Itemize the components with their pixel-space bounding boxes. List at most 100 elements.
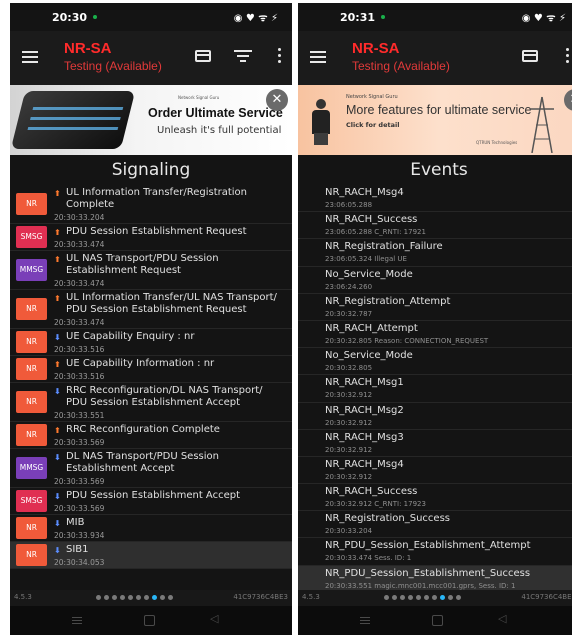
event-row[interactable]: NR_RACH_Msg2 20:30:32.912 bbox=[298, 403, 572, 430]
page-dot[interactable] bbox=[440, 595, 445, 600]
signaling-row[interactable]: NR ⬇ SIB1 20:30:34.053 bbox=[10, 542, 292, 569]
recents-icon[interactable] bbox=[360, 617, 370, 625]
downlink-arrow-icon: ⬇ bbox=[54, 519, 61, 528]
filter-icon[interactable] bbox=[234, 50, 252, 62]
more-options-icon[interactable] bbox=[566, 48, 570, 64]
signaling-row[interactable]: NR ⬆ UL Information Transfer/UL NAS Transp… bbox=[10, 290, 292, 329]
device-id: 41C9736C4BE3 bbox=[521, 593, 572, 601]
page-dot[interactable] bbox=[448, 595, 453, 600]
app-title: NR-SA bbox=[64, 40, 112, 57]
message-timestamp: 20:30:33.474 bbox=[54, 240, 105, 249]
message-title: UE Capability Enquiry : nr bbox=[66, 331, 195, 342]
message-timestamp: 20:30:33.204 bbox=[54, 213, 105, 222]
app-version: 4.5.3 bbox=[302, 593, 320, 601]
protocol-badge: SMSG bbox=[16, 226, 47, 248]
menu-icon[interactable] bbox=[310, 51, 326, 63]
signaling-row[interactable]: NR ⬆ UL Information Transfer/Registration … bbox=[10, 185, 292, 224]
message-timestamp: 20:30:33.569 bbox=[54, 477, 105, 486]
ad-link[interactable]: Click for detail bbox=[346, 121, 399, 129]
home-icon[interactable] bbox=[144, 615, 155, 626]
message-timestamp: 20:30:33.474 bbox=[54, 279, 105, 288]
event-row[interactable]: NR_RACH_Msg4 20:30:32.912 bbox=[298, 457, 572, 485]
event-title: NR_RACH_Success bbox=[325, 214, 418, 226]
event-row[interactable]: NR_RACH_Msg4 23:06:05.288 bbox=[298, 185, 572, 213]
signaling-row[interactable]: MMSG ⬆ UL NAS Transport/PDU Session Establ… bbox=[10, 251, 292, 290]
event-row[interactable]: No_Service_Mode 20:30:32.805 bbox=[298, 348, 572, 376]
clock: 20:30 bbox=[52, 10, 88, 24]
event-row[interactable]: NR_RACH_Msg1 20:30:32.912 bbox=[298, 375, 572, 403]
page-dot[interactable] bbox=[392, 595, 397, 600]
event-row[interactable]: NR_RACH_Attempt 20:30:32.805 Reason: CONN… bbox=[298, 321, 572, 349]
card-view-icon[interactable] bbox=[195, 50, 211, 62]
page-dot[interactable] bbox=[136, 595, 141, 600]
event-row[interactable]: NR_Registration_Failure 23:06:05.324 Ille… bbox=[298, 239, 572, 267]
event-title: NR_Registration_Success bbox=[325, 513, 450, 525]
home-icon[interactable] bbox=[432, 615, 443, 626]
event-details: 20:30:32.805 bbox=[325, 364, 373, 373]
message-title: UE Capability Information : nr bbox=[66, 358, 215, 369]
page-dot[interactable] bbox=[112, 595, 117, 600]
event-row[interactable]: NR_Registration_Attempt 20:30:32.787 bbox=[298, 294, 572, 321]
event-row[interactable]: NR_Registration_Success 20:30:33.204 bbox=[298, 511, 572, 539]
cell-tower-icon bbox=[530, 96, 554, 153]
message-timestamp: 20:30:33.934 bbox=[54, 531, 105, 540]
page-dot[interactable] bbox=[120, 595, 125, 600]
signaling-row[interactable]: NR ⬆ RRC Reconfiguration Complete 20:30:33.… bbox=[10, 422, 292, 449]
page-dot[interactable] bbox=[424, 595, 429, 600]
ad-tagline: Unleash it's full potential bbox=[157, 125, 282, 136]
event-row[interactable]: No_Service_Mode 23:06:24.260 bbox=[298, 267, 572, 294]
signaling-row[interactable]: MMSG ⬇ DL NAS Transport/PDU Session Establ… bbox=[10, 449, 292, 488]
ad-banner[interactable]: Network Signal Guru Order Ultimate Servi… bbox=[10, 85, 292, 155]
close-icon[interactable]: ✕ bbox=[266, 89, 288, 111]
back-icon[interactable]: ◁ bbox=[210, 612, 218, 625]
page-dot[interactable] bbox=[456, 595, 461, 600]
page-dot[interactable] bbox=[400, 595, 405, 600]
signaling-row[interactable]: NR ⬇ RRC Reconfiguration/DL NAS Transport/… bbox=[10, 383, 292, 422]
message-timestamp: 20:30:33.551 bbox=[54, 411, 105, 420]
page-dot[interactable] bbox=[96, 595, 101, 600]
recents-icon[interactable] bbox=[72, 617, 82, 625]
page-dot[interactable] bbox=[128, 595, 133, 600]
uplink-arrow-icon: ⬆ bbox=[54, 189, 61, 198]
event-details: 20:30:32.805 Reason: CONNECTION_REQUEST bbox=[325, 336, 489, 345]
page-dots[interactable] bbox=[96, 595, 173, 600]
more-options-icon[interactable] bbox=[278, 48, 282, 64]
close-icon[interactable]: ✕ bbox=[564, 89, 572, 111]
message-timestamp: 20:30:33.569 bbox=[54, 504, 105, 513]
back-icon[interactable]: ◁ bbox=[498, 612, 506, 625]
event-row[interactable]: NR_RACH_Msg3 20:30:32.912 bbox=[298, 430, 572, 457]
page-dot[interactable] bbox=[168, 595, 173, 600]
menu-icon[interactable] bbox=[22, 51, 38, 63]
page-dot[interactable] bbox=[432, 595, 437, 600]
event-row[interactable]: NR_PDU_Session_Establishment_Attempt 20:3… bbox=[298, 538, 572, 566]
page-dot[interactable] bbox=[384, 595, 389, 600]
ad-banner[interactable]: Network Signal Guru More features for ul… bbox=[298, 85, 572, 155]
page-dot[interactable] bbox=[104, 595, 109, 600]
event-details: 23:06:05.324 Illegal UE bbox=[325, 255, 407, 264]
uplink-arrow-icon: ⬆ bbox=[54, 294, 61, 303]
page-dot[interactable] bbox=[144, 595, 149, 600]
app-bar: NR-SA Testing (Available) bbox=[298, 31, 572, 85]
event-title: NR_RACH_Attempt bbox=[325, 322, 418, 334]
page-dot[interactable] bbox=[416, 595, 421, 600]
event-details: 20:30:33.474 Sess. ID: 1 bbox=[325, 554, 412, 563]
event-details: 20:30:32.787 bbox=[325, 309, 373, 318]
downlink-arrow-icon: ⬇ bbox=[54, 387, 61, 396]
event-row[interactable]: NR_PDU_Session_Establishment_Success 20:3… bbox=[298, 565, 572, 593]
card-view-icon[interactable] bbox=[522, 50, 538, 62]
event-details: 20:30:32.912 C_RNTI: 17923 bbox=[325, 500, 426, 509]
event-row[interactable]: NR_RACH_Success 23:06:05.288 C_RNTI: 1792… bbox=[298, 212, 572, 240]
signaling-row[interactable]: NR ⬇ MIB 20:30:33.934 bbox=[10, 515, 292, 542]
signaling-row[interactable]: NR ⬆ UE Capability Information : nr 20:30:3… bbox=[10, 356, 292, 383]
signaling-row[interactable]: SMSG ⬆ PDU Session Establishment Request 20… bbox=[10, 224, 292, 251]
message-timestamp: 20:30:34.053 bbox=[54, 558, 105, 567]
event-row[interactable]: NR_RACH_Success 20:30:32.912 C_RNTI: 1792… bbox=[298, 484, 572, 512]
page-dots[interactable] bbox=[384, 595, 461, 600]
signaling-row[interactable]: SMSG ⬇ PDU Session Establishment Accept 20:… bbox=[10, 488, 292, 515]
page-dot[interactable] bbox=[152, 595, 157, 600]
event-details: 20:30:32.912 bbox=[325, 445, 373, 454]
signaling-row[interactable]: NR ⬇ UE Capability Enquiry : nr 20:30:33.51… bbox=[10, 329, 292, 356]
page-dot[interactable] bbox=[160, 595, 165, 600]
signaling-list: NR ⬆ UL Information Transfer/Registration … bbox=[10, 185, 292, 569]
page-dot[interactable] bbox=[408, 595, 413, 600]
